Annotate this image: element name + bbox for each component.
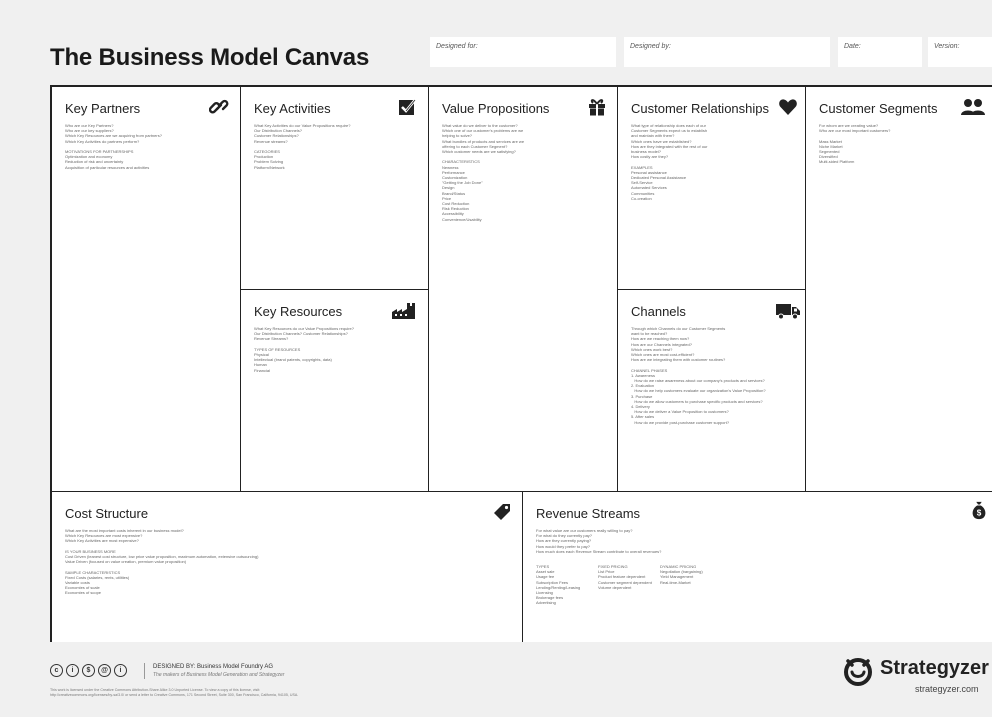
designed-by-field[interactable]: Designed by:	[624, 37, 830, 67]
business-model-canvas: Key Partners Who are our Key Partners? W…	[50, 85, 992, 642]
cc-noncommercial-icon: $	[82, 664, 95, 677]
key-partners-block[interactable]: Key Partners Who are our Key Partners? W…	[52, 87, 240, 491]
revenue-streams-text: For what value are our customers really …	[536, 528, 662, 554]
brand-name: Strategyzer	[880, 657, 989, 679]
moneybag-icon: $	[972, 501, 986, 520]
cc-by-icon: i	[114, 664, 127, 677]
channels-block[interactable]: Channels Through which Channels do our C…	[617, 289, 805, 491]
customer-relationships-title: Customer Relationships	[631, 101, 770, 116]
cc-icon: c	[50, 664, 63, 677]
cc-sharealike-icon: @	[98, 664, 111, 677]
revenue-streams-title: Revenue Streams	[536, 506, 641, 521]
cc-attribution-icon: i	[66, 664, 79, 677]
designed-by-subtitle: The makers of Business Model Generation …	[153, 672, 285, 678]
channels-title: Channels	[631, 304, 686, 319]
designed-for-label: Designed for:	[436, 43, 478, 50]
strategyzer-logo-icon	[844, 658, 872, 686]
brand-url[interactable]: strategyzer.com	[915, 684, 979, 694]
page-title: The Business Model Canvas	[50, 44, 370, 71]
revenue-types-text: TYPES Asset sale Usage fee Subscription …	[536, 564, 581, 606]
value-propositions-block[interactable]: Value Propositions What value do we deli…	[428, 87, 617, 491]
footer-divider	[144, 663, 145, 679]
dynamic-pricing-text: DYNAMIC PRICING Negotiation (bargaining)…	[660, 564, 703, 585]
version-field[interactable]: Version:	[928, 37, 992, 67]
tag-icon	[494, 504, 510, 520]
svg-text:$: $	[977, 508, 982, 517]
cost-structure-block[interactable]: Cost Structure What are the most importa…	[52, 491, 522, 642]
key-activities-block[interactable]: Key Activities What Key Activities do ou…	[240, 87, 428, 289]
license-text: This work is licensed under the Creative…	[50, 688, 299, 697]
key-resources-text: What Key Resources do our Value Proposit…	[254, 326, 354, 373]
people-icon	[961, 99, 985, 115]
customer-segments-title: Customer Segments	[819, 101, 938, 116]
channels-text: Through which Channels do our Customer S…	[631, 326, 766, 425]
designed-by-label: Designed by:	[630, 43, 671, 50]
customer-segments-block[interactable]: Customer Segments For whom are we creati…	[805, 87, 992, 491]
designed-for-field[interactable]: Designed for:	[430, 37, 616, 67]
value-propositions-title: Value Propositions	[442, 101, 550, 116]
key-activities-title: Key Activities	[254, 101, 331, 116]
date-label: Date:	[844, 43, 861, 50]
factory-icon	[392, 303, 415, 319]
revenue-streams-block[interactable]: Revenue Streams $ For what value are our…	[522, 491, 992, 642]
heart-icon	[779, 99, 797, 115]
key-resources-title: Key Resources	[254, 304, 343, 319]
key-activities-text: What Key Activities do our Value Proposi…	[254, 123, 351, 170]
customer-relationships-text: What type of relationship does each of o…	[631, 123, 708, 201]
fixed-pricing-text: FIXED PRICING List Price Product feature…	[598, 564, 652, 590]
link-icon	[209, 99, 229, 114]
gift-icon	[589, 99, 605, 116]
cost-structure-text: What are the most important costs inhere…	[65, 528, 259, 596]
key-partners-text: Who are our Key Partners? Who are our ke…	[65, 123, 162, 170]
checkbox-icon	[399, 99, 417, 115]
designed-by-credit: DESIGNED BY: Business Model Foundry AG	[153, 664, 274, 670]
cost-structure-title: Cost Structure	[65, 506, 149, 521]
customer-segments-text: For whom are we creating value? Who are …	[819, 123, 891, 165]
version-label: Version:	[934, 43, 960, 50]
canvas-sheet: The Business Model Canvas Designed for: …	[0, 0, 992, 717]
key-resources-block[interactable]: Key Resources What Key Resources do our …	[240, 289, 428, 491]
date-field[interactable]: Date:	[838, 37, 922, 67]
truck-icon	[776, 304, 800, 320]
key-partners-title: Key Partners	[65, 101, 141, 116]
value-propositions-text: What value do we deliver to the customer…	[442, 123, 525, 222]
customer-relationships-block[interactable]: Customer Relationships What type of rela…	[617, 87, 805, 289]
license-icons: c i $ @ i	[50, 664, 127, 677]
